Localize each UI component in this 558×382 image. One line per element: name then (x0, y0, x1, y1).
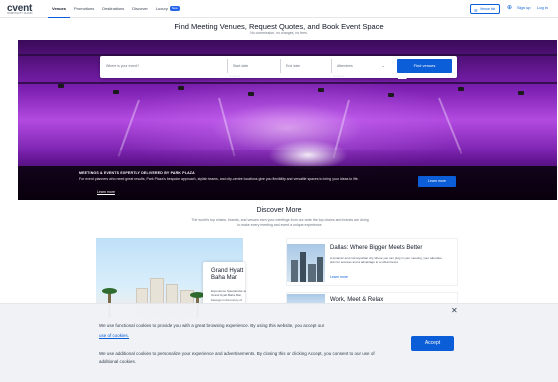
new-badge: New (169, 6, 180, 12)
cookie-text-functional: We use functional cookies to provide you… (99, 323, 325, 328)
chevron-down-icon: ⌄ (381, 63, 385, 68)
light-beam (117, 99, 140, 157)
list-icon: ☰ (474, 8, 478, 13)
logo-tagline: HOSPITALITY CLOUD (7, 12, 33, 15)
light-beam (218, 97, 236, 157)
article-title[interactable]: Dallas: Where Bigger Meets Better (330, 245, 422, 251)
stage-light (318, 88, 324, 92)
featured-venue-desc: Experience Spectacular at Grand Hyatt Ba… (211, 289, 247, 302)
nav-discover[interactable]: Discover (128, 0, 152, 18)
where-input[interactable]: Where is your event? (102, 59, 228, 73)
stage-light (388, 93, 394, 97)
dallas-thumbnail[interactable] (287, 244, 325, 282)
ceiling-truss (18, 82, 557, 84)
globe-icon[interactable]: ⊕ (507, 4, 512, 11)
stage-light (113, 90, 119, 94)
main-nav: Venues Promotions Destinations Discover … (48, 0, 184, 18)
cookie-policy-link[interactable]: use of cookies. (99, 333, 129, 338)
article-desc: A dynamic and cosmopolitan city where yo… (330, 256, 442, 265)
cookie-text-additional: We use additional cookies to personalize… (99, 351, 375, 364)
hero-title: Find Meeting Venues, Request Quotes, and… (174, 22, 384, 31)
close-icon[interactable]: ✕ (451, 307, 458, 315)
promo-learn-more-button[interactable]: Learn more (418, 176, 456, 187)
nav-destinations[interactable]: Destinations (98, 0, 128, 18)
stage-light (458, 87, 464, 91)
start-date-input[interactable]: Start date (229, 59, 281, 73)
find-venues-button[interactable]: Find venues (397, 59, 452, 73)
promo-learn-more-link[interactable]: Learn more (97, 190, 115, 194)
featured-venue-title[interactable]: Grand Hyatt Baha Mar (211, 268, 255, 282)
nav-luxury[interactable]: Luxury New (152, 0, 184, 18)
end-date-input[interactable]: End date (282, 59, 332, 73)
article-learn-more-link[interactable]: Learn more (330, 275, 348, 279)
cookie-banner (0, 303, 558, 382)
stage-light (58, 84, 64, 88)
attendees-label: Attendees (337, 64, 353, 68)
discover-title: Discover More (256, 207, 302, 214)
accept-cookies-button[interactable]: Accept (411, 336, 454, 351)
stage-light (248, 92, 254, 96)
venue-list-button[interactable]: ☰ Venue list (470, 4, 500, 14)
building (300, 252, 306, 282)
nav-venues[interactable]: Venues (48, 0, 71, 18)
top-navigation-bar: cvent HOSPITALITY CLOUD Venues Promotion… (0, 0, 558, 18)
attendees-select[interactable]: Attendees ⌄ (333, 59, 388, 73)
stage-light (518, 91, 524, 95)
venue-list-label: Venue list (480, 7, 496, 11)
nav-promotions[interactable]: Promotions (70, 0, 98, 18)
building (317, 257, 323, 282)
nav-luxury-label: Luxury (155, 6, 168, 11)
stage-light (178, 86, 184, 90)
start-optional-label: Optional (229, 74, 241, 78)
light-beam (438, 97, 463, 155)
building (291, 260, 298, 282)
building (308, 264, 316, 282)
log-in-link[interactable]: Log in (537, 5, 548, 10)
sign-up-link[interactable]: Sign up (517, 5, 531, 10)
filters-link[interactable]: Filter (398, 74, 407, 78)
discover-body: The world's top chains, brands, and venu… (191, 218, 369, 227)
promo-title: MEETINGS & EVENTS EXPERTLY DELIVERED BY … (79, 171, 195, 175)
hero-subtitle: No commission, no charges, no fees. (250, 31, 308, 35)
promo-body: For event planners who need great result… (79, 177, 359, 181)
end-optional-label: Optional (333, 74, 345, 78)
